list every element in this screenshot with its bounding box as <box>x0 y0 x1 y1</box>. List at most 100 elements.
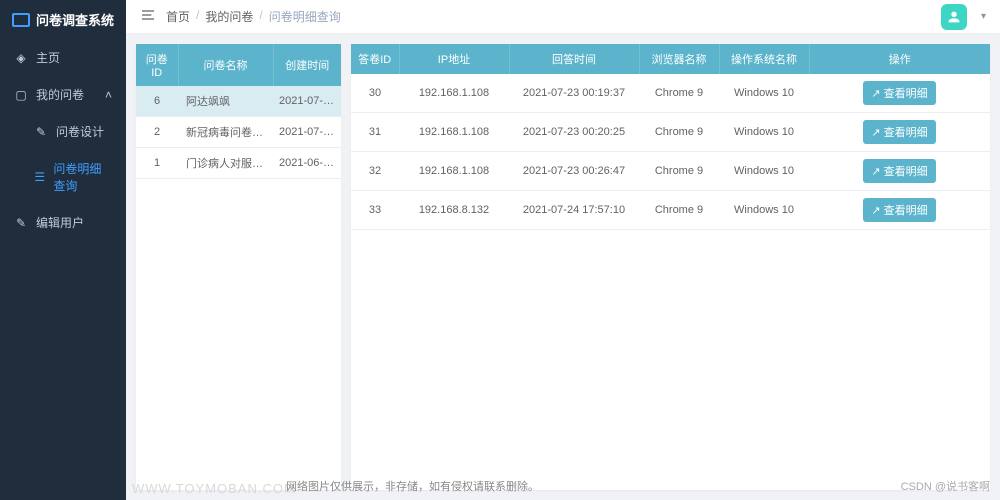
cell-os: Windows 10 <box>719 152 809 191</box>
cell-date: 2021-06-20 <box>273 148 341 179</box>
cell-action: ↗ 查看明细 <box>809 191 990 230</box>
sidebar-item-label: 问卷设计 <box>56 123 104 140</box>
cell-id: 33 <box>351 191 399 230</box>
content: 问卷ID 问卷名称 创建时间 6 阿达飒飒 2021-07-132 新冠病毒问卷… <box>126 34 1000 500</box>
button-label: 查看明细 <box>884 163 928 179</box>
table-row: 30 192.168.1.108 2021-07-23 00:19:37 Chr… <box>351 74 990 113</box>
sidebar-item-label: 主页 <box>36 49 60 66</box>
sidebar-item-detail-query[interactable]: ☰ 问卷明细查询 <box>0 150 126 204</box>
cell-action: ↗ 查看明细 <box>809 152 990 191</box>
cell-os: Windows 10 <box>719 113 809 152</box>
cell-id: 31 <box>351 113 399 152</box>
table-row: 33 192.168.8.132 2021-07-24 17:57:10 Chr… <box>351 191 990 230</box>
footer-note: 网络图片仅供展示，非存储，如有侵权请联系删除。 <box>286 478 539 494</box>
watermark: WWW.TOYMOBAN.COM <box>132 481 296 496</box>
logo-icon <box>12 13 30 27</box>
col-header: 操作系统名称 <box>719 44 809 74</box>
cell-time: 2021-07-23 00:26:47 <box>509 152 639 191</box>
view-detail-button[interactable]: ↗ 查看明细 <box>863 81 935 105</box>
cell-name: 新冠病毒问卷调查 <box>178 117 273 148</box>
view-detail-button[interactable]: ↗ 查看明细 <box>863 159 935 183</box>
table-row[interactable]: 1 门诊病人对服务体会与满意程... 2021-06-20 <box>136 148 341 179</box>
cell-id: 6 <box>136 86 178 117</box>
table-row: 32 192.168.1.108 2021-07-23 00:26:47 Chr… <box>351 152 990 191</box>
col-header: 问卷ID <box>136 44 178 86</box>
sidebar-item-edit-user[interactable]: ✎ 编辑用户 <box>0 204 126 241</box>
breadcrumb: 首页 / 我的问卷 / 问卷明细查询 <box>166 8 341 25</box>
cell-id: 30 <box>351 74 399 113</box>
cell-name: 门诊病人对服务体会与满意程... <box>178 148 273 179</box>
main-area: 首页 / 我的问卷 / 问卷明细查询 ▾ 问卷ID 问卷名称 创建时间 <box>126 0 1000 500</box>
breadcrumb-item[interactable]: 我的问卷 <box>205 8 253 25</box>
cell-date: 2021-07-08 <box>273 117 341 148</box>
document-icon: ▢ <box>14 88 28 102</box>
cell-time: 2021-07-23 00:19:37 <box>509 74 639 113</box>
col-header: 操作 <box>809 44 990 74</box>
cell-time: 2021-07-24 17:57:10 <box>509 191 639 230</box>
sidebar-item-label: 问卷明细查询 <box>53 160 112 194</box>
cell-id: 2 <box>136 117 178 148</box>
breadcrumb-separator: / <box>259 8 262 25</box>
col-header: 浏览器名称 <box>639 44 719 74</box>
avatar[interactable] <box>941 4 967 30</box>
app-title: 问卷调查系统 <box>36 10 114 29</box>
cell-action: ↗ 查看明细 <box>809 74 990 113</box>
sidebar-item-label: 我的问卷 <box>36 86 84 103</box>
app-logo: 问卷调查系统 <box>0 0 126 39</box>
external-icon: ↗ <box>871 165 880 178</box>
sidebar-item-label: 编辑用户 <box>36 214 84 231</box>
survey-table: 问卷ID 问卷名称 创建时间 6 阿达飒飒 2021-07-132 新冠病毒问卷… <box>136 44 341 179</box>
answer-list-panel: 答卷ID IP地址 回答时间 浏览器名称 操作系统名称 操作 30 192.16… <box>351 44 990 490</box>
button-label: 查看明细 <box>884 124 928 140</box>
table-row: 31 192.168.1.108 2021-07-23 00:20:25 Chr… <box>351 113 990 152</box>
external-icon: ↗ <box>871 126 880 139</box>
view-detail-button[interactable]: ↗ 查看明细 <box>863 120 935 144</box>
col-header: 答卷ID <box>351 44 399 74</box>
list-icon: ☰ <box>34 170 45 184</box>
table-row[interactable]: 6 阿达飒飒 2021-07-13 <box>136 86 341 117</box>
submenu-survey: ✎ 问卷设计 ☰ 问卷明细查询 <box>0 113 126 204</box>
cell-time: 2021-07-23 00:20:25 <box>509 113 639 152</box>
hamburger-icon[interactable] <box>140 7 156 26</box>
csdn-credit: CSDN @说书客啊 <box>901 478 990 494</box>
col-header: 创建时间 <box>273 44 341 86</box>
cell-name: 阿达飒飒 <box>178 86 273 117</box>
sidebar-item-design[interactable]: ✎ 问卷设计 <box>0 113 126 150</box>
breadcrumb-current: 问卷明细查询 <box>269 8 341 25</box>
cell-browser: Chrome 9 <box>639 74 719 113</box>
col-header: 回答时间 <box>509 44 639 74</box>
cell-os: Windows 10 <box>719 191 809 230</box>
cell-date: 2021-07-13 <box>273 86 341 117</box>
cell-browser: Chrome 9 <box>639 113 719 152</box>
edit-icon: ✎ <box>34 125 48 139</box>
chevron-down-icon[interactable]: ▾ <box>981 11 986 22</box>
sidebar-item-home[interactable]: ◈ 主页 <box>0 39 126 76</box>
answer-table: 答卷ID IP地址 回答时间 浏览器名称 操作系统名称 操作 30 192.16… <box>351 44 990 230</box>
cell-ip: 192.168.1.108 <box>399 74 509 113</box>
chevron-up-icon: ˄ <box>105 88 112 102</box>
cell-os: Windows 10 <box>719 74 809 113</box>
external-icon: ↗ <box>871 87 880 100</box>
button-label: 查看明细 <box>884 202 928 218</box>
table-row[interactable]: 2 新冠病毒问卷调查 2021-07-08 <box>136 117 341 148</box>
col-header: 问卷名称 <box>178 44 273 86</box>
cell-browser: Chrome 9 <box>639 152 719 191</box>
sidebar-item-survey[interactable]: ▢ 我的问卷 ˄ <box>0 76 126 113</box>
external-icon: ↗ <box>871 204 880 217</box>
view-detail-button[interactable]: ↗ 查看明细 <box>863 198 935 222</box>
cell-action: ↗ 查看明细 <box>809 113 990 152</box>
cell-ip: 192.168.1.108 <box>399 113 509 152</box>
cell-id: 32 <box>351 152 399 191</box>
button-label: 查看明细 <box>884 85 928 101</box>
breadcrumb-item[interactable]: 首页 <box>166 8 190 25</box>
topbar: 首页 / 我的问卷 / 问卷明细查询 ▾ <box>126 0 1000 34</box>
edit-user-icon: ✎ <box>14 216 28 230</box>
dashboard-icon: ◈ <box>14 51 28 65</box>
col-header: IP地址 <box>399 44 509 74</box>
sidebar: 问卷调查系统 ◈ 主页 ▢ 我的问卷 ˄ ✎ 问卷设计 ☰ 问卷明细查询 ✎ 编… <box>0 0 126 500</box>
cell-ip: 192.168.8.132 <box>399 191 509 230</box>
cell-id: 1 <box>136 148 178 179</box>
cell-browser: Chrome 9 <box>639 191 719 230</box>
survey-list-panel: 问卷ID 问卷名称 创建时间 6 阿达飒飒 2021-07-132 新冠病毒问卷… <box>136 44 341 490</box>
breadcrumb-separator: / <box>196 8 199 25</box>
